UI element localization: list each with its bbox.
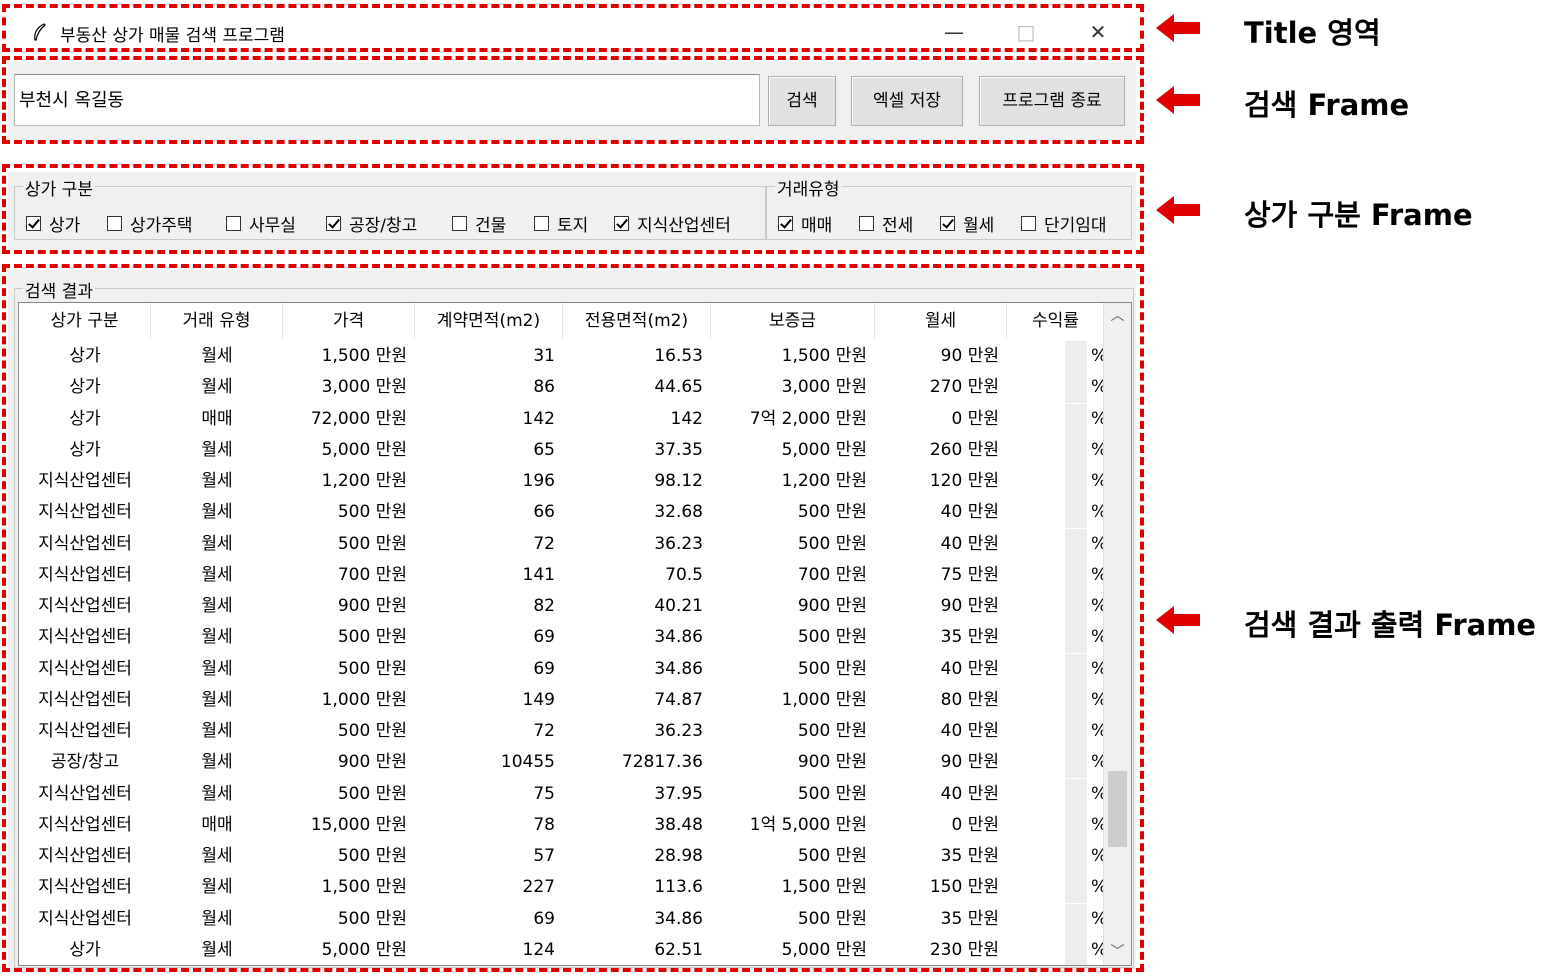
annotation-results-frame: 검색 결과 출력 Frame xyxy=(1244,608,1537,642)
annotation-search-frame: 검색 Frame xyxy=(1244,88,1410,122)
arrow-left-icon xyxy=(1156,14,1200,42)
search-frame-outline xyxy=(2,56,1144,144)
annotation-category-frame: 상가 구분 Frame xyxy=(1244,198,1473,232)
results-frame-outline xyxy=(2,264,1144,972)
arrow-left-icon xyxy=(1156,196,1200,224)
arrow-left-icon xyxy=(1156,606,1200,634)
arrow-left-icon xyxy=(1156,86,1200,114)
annotation-title-area: Title 영역 xyxy=(1244,16,1381,50)
title-area-outline xyxy=(2,4,1144,52)
category-frame-outline xyxy=(2,164,1144,254)
